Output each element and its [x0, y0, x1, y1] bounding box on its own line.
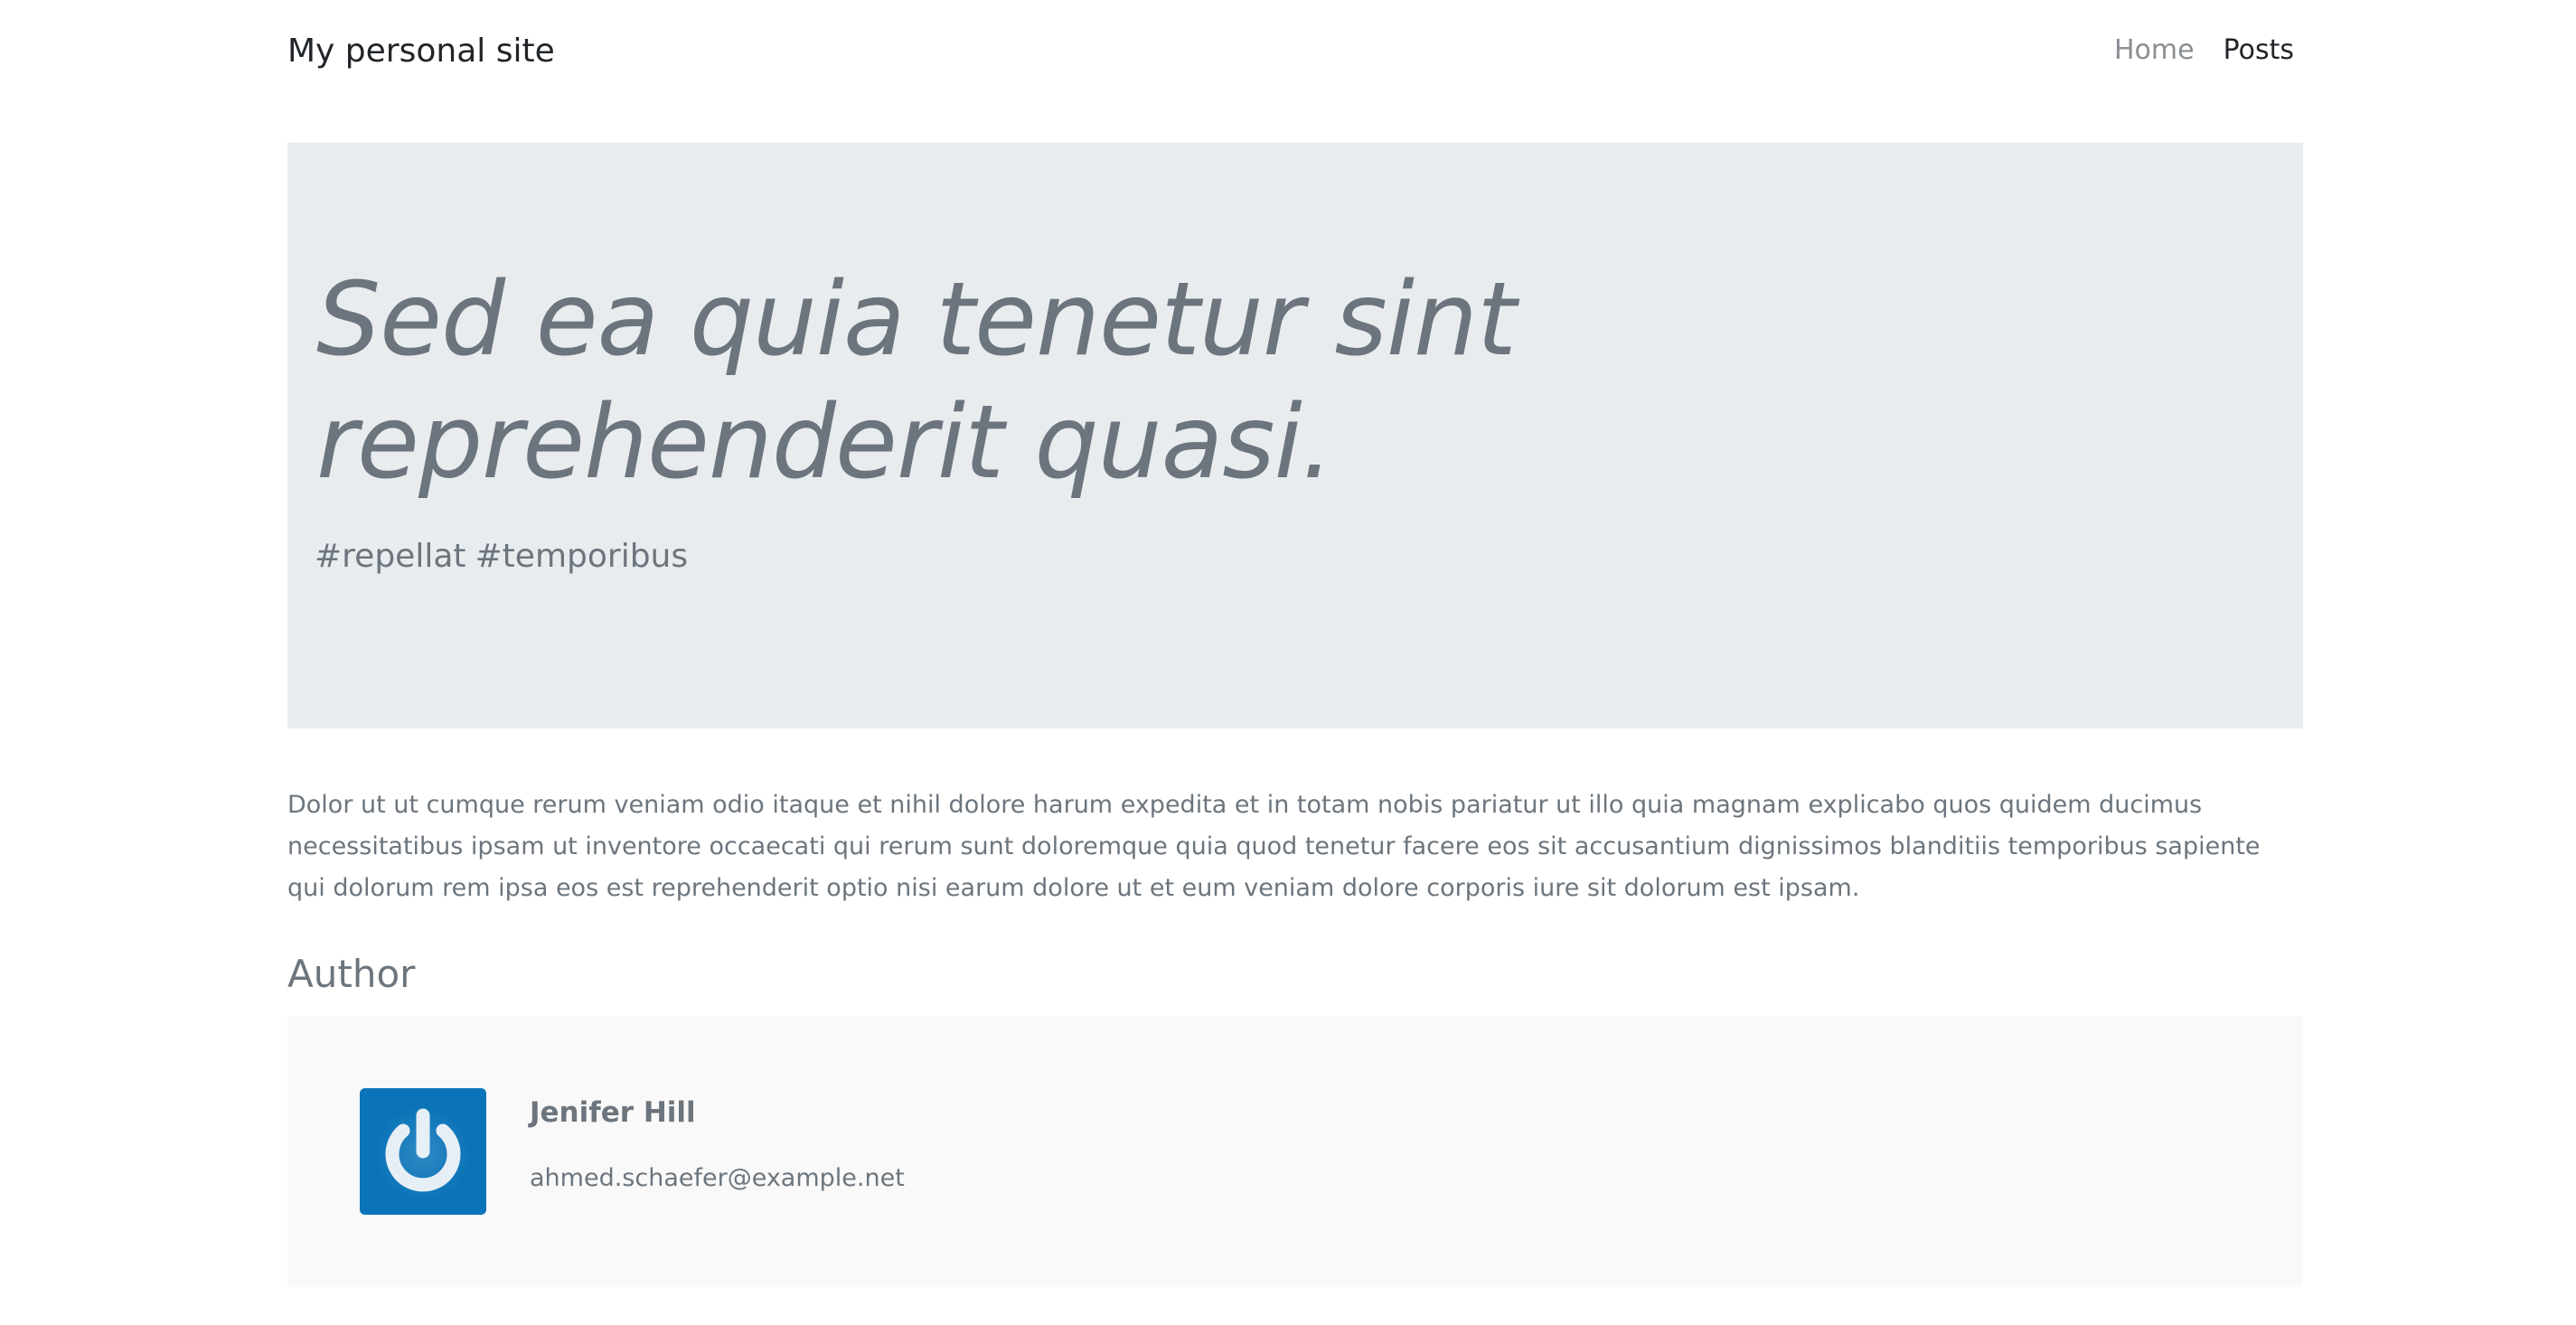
- main-nav: Home Posts: [2114, 31, 2294, 70]
- nav-home-link[interactable]: Home: [2114, 31, 2195, 70]
- page-container: My personal site Home Posts Sed ea quia …: [287, 0, 2303, 1287]
- post-title: Sed ea quia tenetur sint reprehenderit q…: [316, 261, 1517, 502]
- nav-posts-link[interactable]: Posts: [2223, 31, 2294, 70]
- tag-link[interactable]: #temporibus: [475, 535, 689, 578]
- author-email: ahmed.schaefer@example.net: [530, 1164, 905, 1192]
- navbar: My personal site Home Posts: [287, 0, 2303, 101]
- post-hero: Sed ea quia tenetur sint reprehenderit q…: [287, 143, 2303, 728]
- author-name: Jenifer Hill: [530, 1096, 696, 1129]
- post-tags: #repellat #temporibus: [315, 535, 688, 578]
- author-card: Jenifer Hill ahmed.schaefer@example.net: [287, 1016, 2303, 1287]
- post-body: Dolor ut ut cumque rerum veniam odio ita…: [287, 791, 2261, 902]
- power-icon: [360, 1088, 486, 1215]
- author-heading: Author: [287, 952, 416, 996]
- tag-link[interactable]: #repellat: [315, 535, 466, 578]
- avatar: [360, 1088, 486, 1215]
- site-brand-link[interactable]: My personal site: [287, 30, 555, 73]
